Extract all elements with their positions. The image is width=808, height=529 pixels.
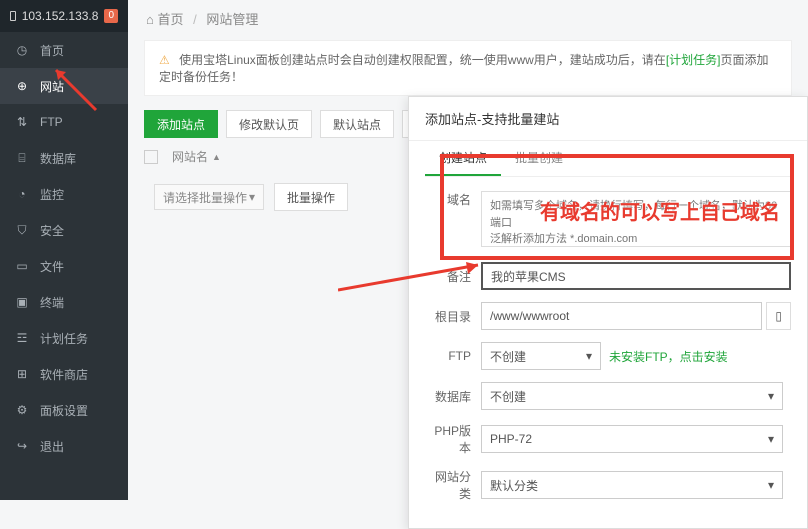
php-label: PHP版本	[425, 422, 481, 456]
add-site-modal: 添加站点-支持批量建站 创建站点 批量创建 域名 备注 根目录 ▯ FTP 不创…	[408, 96, 808, 529]
default-site-button[interactable]: 默认站点	[320, 110, 394, 138]
sidebar-item-label: 安全	[40, 222, 64, 239]
form-row-database: 数据库 不创建 ▾	[409, 376, 807, 416]
form-row-root: 根目录 ▯	[409, 296, 807, 336]
ftp-icon: ⇅	[14, 115, 30, 129]
alert-link[interactable]: [计划任务]	[666, 53, 721, 67]
database-select-value: 不创建	[490, 388, 526, 405]
sidebar-item-logout[interactable]: ↪ 退出	[0, 428, 128, 464]
modal-title: 添加站点-支持批量建站	[409, 97, 807, 141]
sidebar-item-label: 软件商店	[40, 366, 88, 383]
database-icon: ⌸	[14, 151, 30, 166]
sidebar-item-label: 面板设置	[40, 402, 88, 419]
sidebar-item-store[interactable]: ⊞ 软件商店	[0, 356, 128, 392]
modal-tabs: 创建站点 批量创建	[425, 141, 791, 177]
chevron-down-icon: ▾	[768, 389, 774, 403]
category-select-value: 默认分类	[490, 477, 538, 494]
sidebar-item-cron[interactable]: ☲ 计划任务	[0, 320, 128, 356]
server-ip: 103.152.133.8	[22, 0, 99, 32]
ftp-hint[interactable]: 未安装FTP，点击安装	[609, 348, 728, 365]
info-alert: ⚠ 使用宝塔Linux面板创建站点时会自动创建权限配置，统一使用www用户，建站…	[144, 40, 792, 96]
sidebar-item-label: 数据库	[40, 150, 76, 167]
root-input[interactable]	[481, 302, 762, 330]
breadcrumb-home[interactable]: 首页	[157, 12, 183, 27]
home-icon: ◷	[14, 43, 30, 57]
sidebar-item-settings[interactable]: ⚙ 面板设置	[0, 392, 128, 428]
category-label: 网站分类	[425, 468, 481, 502]
php-select[interactable]: PHP-72 ▾	[481, 425, 783, 453]
chevron-down-icon: ▾	[586, 349, 592, 363]
column-site-name[interactable]: 网站名	[172, 148, 208, 165]
globe-icon: ⊕	[14, 79, 30, 93]
chevron-down-icon: ▾	[768, 478, 774, 492]
root-label: 根目录	[425, 308, 481, 325]
ftp-label: FTP	[425, 349, 481, 363]
sidebar-item-label: 计划任务	[40, 330, 88, 347]
form-row-php: PHP版本 PHP-72 ▾	[409, 416, 807, 462]
sidebar-item-label: 退出	[40, 438, 64, 455]
sidebar: 103.152.133.8 0 ◷ 首页 ⊕ 网站 ⇅ FTP ⌸ 数据库 ◔ 监控 ⛉ 安…	[0, 0, 128, 500]
sidebar-item-label: FTP	[40, 115, 63, 129]
domain-label: 域名	[425, 191, 481, 208]
sidebar-item-security[interactable]: ⛉ 安全	[0, 212, 128, 248]
note-input[interactable]	[481, 262, 791, 290]
tab-create-site[interactable]: 创建站点	[425, 141, 501, 176]
sidebar-item-label: 文件	[40, 258, 64, 275]
modify-default-button[interactable]: 修改默认页	[226, 110, 312, 138]
note-label: 备注	[425, 268, 481, 285]
logout-icon: ↪	[14, 439, 30, 453]
form-row-note: 备注	[409, 256, 807, 296]
breadcrumb: ⌂ 首页 / 网站管理	[128, 0, 808, 40]
sidebar-item-database[interactable]: ⌸ 数据库	[0, 140, 128, 176]
form-row-ftp: FTP 不创建 ▾ 未安装FTP，点击安装	[409, 336, 807, 376]
home-icon: ⌂	[146, 12, 154, 27]
sidebar-item-website[interactable]: ⊕ 网站	[0, 68, 128, 104]
sidebar-item-monitor[interactable]: ◔ 监控	[0, 176, 128, 212]
apps-icon: ⊞	[14, 367, 30, 381]
sidebar-item-label: 监控	[40, 186, 64, 203]
monitor-icon	[10, 11, 16, 21]
domain-input[interactable]	[481, 191, 791, 247]
form-row-category: 网站分类 默认分类 ▾	[409, 462, 807, 508]
tab-batch-create[interactable]: 批量创建	[501, 141, 577, 176]
sidebar-item-terminal[interactable]: ▣ 终端	[0, 284, 128, 320]
batch-select-label: 请选择批量操作	[163, 189, 247, 206]
batch-select[interactable]: 请选择批量操作▾	[154, 184, 264, 210]
php-select-value: PHP-72	[490, 432, 532, 446]
warning-icon: ⚠	[159, 53, 170, 67]
breadcrumb-current: 网站管理	[206, 12, 258, 27]
folder-icon: ▭	[14, 259, 30, 273]
chevron-down-icon: ▾	[249, 190, 255, 204]
form-row-domain: 域名	[409, 177, 807, 256]
shield-icon: ⛉	[14, 223, 30, 238]
select-all-checkbox[interactable]	[144, 150, 158, 164]
ftp-select-value: 不创建	[490, 348, 526, 365]
sort-icon[interactable]: ▲	[212, 152, 221, 162]
monitor-icon: ◔	[14, 187, 30, 201]
sidebar-item-label: 首页	[40, 42, 64, 59]
database-select[interactable]: 不创建 ▾	[481, 382, 783, 410]
sidebar-item-label: 网站	[40, 78, 64, 95]
sidebar-item-ftp[interactable]: ⇅ FTP	[0, 104, 128, 140]
sidebar-item-label: 终端	[40, 294, 64, 311]
ftp-select[interactable]: 不创建 ▾	[481, 342, 601, 370]
notification-badge[interactable]: 0	[104, 9, 118, 23]
chevron-down-icon: ▾	[768, 432, 774, 446]
batch-action-button[interactable]: 批量操作	[274, 183, 348, 211]
add-site-button[interactable]: 添加站点	[144, 110, 218, 138]
sidebar-item-files[interactable]: ▭ 文件	[0, 248, 128, 284]
alert-text-prefix: 使用宝塔Linux面板创建站点时会自动创建权限配置，统一使用www用户，建站成功…	[179, 53, 666, 67]
browse-folder-button[interactable]: ▯	[766, 302, 791, 330]
terminal-icon: ▣	[14, 295, 30, 309]
calendar-icon: ☲	[14, 331, 30, 345]
sidebar-item-home[interactable]: ◷ 首页	[0, 32, 128, 68]
database-label: 数据库	[425, 388, 481, 405]
sidebar-header: 103.152.133.8 0	[0, 0, 128, 32]
breadcrumb-separator: /	[193, 12, 197, 27]
gear-icon: ⚙	[14, 403, 30, 417]
category-select[interactable]: 默认分类 ▾	[481, 471, 783, 499]
